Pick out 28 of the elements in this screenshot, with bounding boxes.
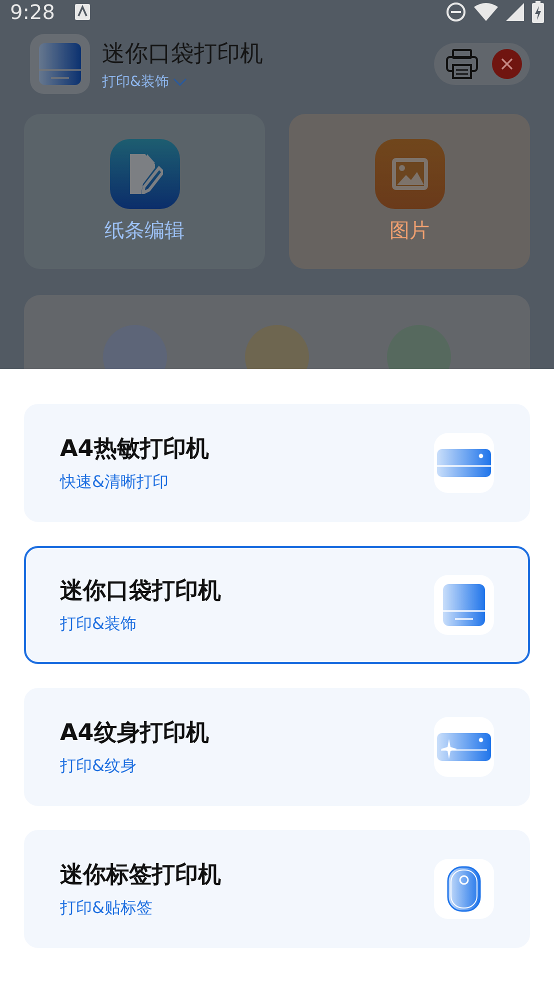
printer-option[interactable]: 迷你标签打印机 打印&贴标签 bbox=[24, 830, 530, 948]
close-button[interactable] bbox=[492, 49, 522, 79]
printer-device-icon bbox=[447, 866, 481, 912]
wifi-icon bbox=[474, 3, 498, 21]
printer-device-icon bbox=[437, 449, 491, 477]
printer-subtitle: 打印&贴标签 bbox=[60, 898, 154, 919]
printer-option[interactable]: A4热敏打印机 快速&清晰打印 bbox=[24, 404, 530, 522]
close-icon bbox=[501, 58, 513, 70]
printer-name: A4纹身打印机 bbox=[60, 719, 210, 748]
printer-name: A4热敏打印机 bbox=[60, 435, 210, 464]
signal-icon bbox=[506, 3, 524, 21]
printer-name: 迷你口袋打印机 bbox=[60, 577, 222, 606]
printer-title: 迷你口袋打印机 bbox=[102, 40, 264, 68]
status-time: 9:28 bbox=[10, 0, 55, 24]
printer-device-icon bbox=[443, 584, 485, 626]
printer-option[interactable]: A4纹身打印机 打印&纹身 bbox=[24, 688, 530, 806]
do-not-disturb-icon bbox=[446, 2, 466, 22]
printer-option[interactable]: 迷你口袋打印机 打印&装饰 bbox=[24, 546, 530, 664]
printer-subtitle: 打印&装饰 bbox=[60, 614, 138, 635]
printer-subtitle: 打印&纹身 bbox=[60, 756, 138, 777]
printer-subtitle: 快速&清晰打印 bbox=[60, 472, 170, 493]
printer-device-icon bbox=[39, 43, 81, 85]
printer-name: 迷你标签打印机 bbox=[60, 861, 222, 890]
chevron-down-icon bbox=[172, 78, 187, 86]
image-icon bbox=[392, 158, 428, 190]
printer-icon[interactable] bbox=[446, 49, 478, 79]
printer-device-icon bbox=[437, 733, 491, 761]
keyboard-icon bbox=[74, 4, 90, 20]
